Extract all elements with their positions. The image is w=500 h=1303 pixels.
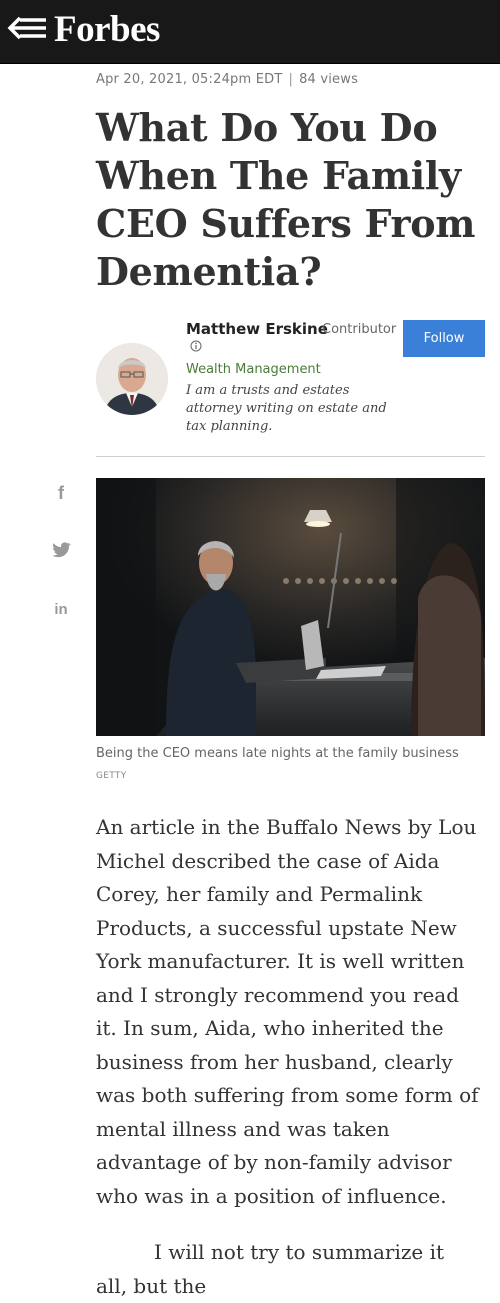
author-section-link[interactable]: Wealth Management: [186, 362, 321, 377]
menu-back-icon[interactable]: [6, 12, 50, 48]
article-title: What Do You Do When The Family CEO Suffe…: [96, 105, 476, 294]
publish-date: Apr 20, 2021, 05:24pm EDT: [96, 72, 283, 87]
info-icon[interactable]: [190, 340, 202, 352]
author-avatar[interactable]: [96, 343, 168, 415]
image-caption: Being the CEO means late nights at the f…: [96, 746, 459, 761]
author-role: Contributor: [322, 322, 397, 337]
view-count: 84 views: [299, 72, 359, 87]
article-meta: Apr 20, 2021, 05:24pm EDT | 84 views: [96, 72, 358, 87]
image-credit: GETTY: [96, 771, 127, 781]
article-paragraph: An article in the Buffalo News by Lou Mi…: [96, 815, 479, 1208]
svg-text:f: f: [58, 483, 65, 503]
hero-image: [96, 478, 485, 736]
author-bio: I am a trusts and estates attorney writi…: [186, 383, 387, 434]
follow-button[interactable]: Follow: [403, 320, 485, 357]
meta-separator: |: [288, 72, 294, 87]
forbes-logo[interactable]: Forbes: [54, 8, 160, 51]
article-paragraph-2: I will not try to summarize it all, but …: [96, 1240, 445, 1298]
author-name[interactable]: Matthew Erskine: [186, 320, 328, 338]
facebook-share-icon[interactable]: f: [50, 481, 72, 503]
svg-text:in: in: [54, 601, 67, 618]
twitter-share-icon[interactable]: [50, 539, 72, 561]
linkedin-share-icon[interactable]: in: [50, 597, 72, 619]
top-bar: Forbes: [0, 0, 500, 64]
divider: [96, 456, 485, 457]
